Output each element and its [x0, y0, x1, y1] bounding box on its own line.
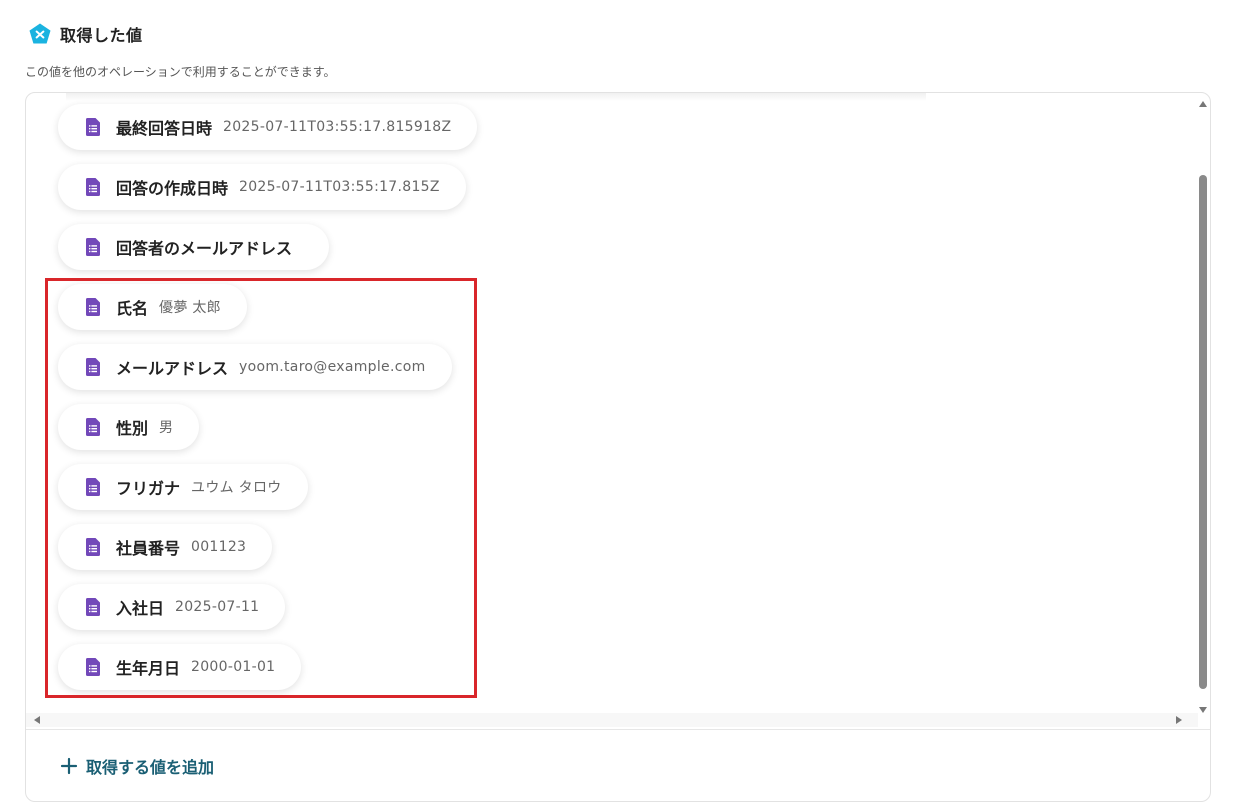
field-label: 性別	[116, 419, 149, 438]
plus-icon	[60, 757, 78, 775]
value-chip[interactable]: 回答者のメールアドレス	[58, 224, 330, 270]
field-label: 氏名	[116, 299, 149, 318]
section-title: 取得した値	[60, 26, 143, 45]
field-value: 優夢 太郎	[159, 300, 221, 316]
scroll-shadow	[66, 93, 926, 101]
section-header: 取得した値	[28, 22, 143, 46]
value-chip[interactable]: 社員番号 001123	[58, 524, 273, 570]
google-forms-icon	[86, 238, 100, 256]
scroll-right-arrow-icon[interactable]	[1176, 716, 1182, 724]
horizontal-scrollbar[interactable]	[26, 713, 1198, 727]
value-chip[interactable]: 入社日 2025-07-11	[58, 584, 286, 630]
values-list: 最終回答日時 2025-07-11T03:55:17.815918Z 回答の作成…	[26, 93, 1198, 715]
google-forms-icon	[86, 598, 100, 616]
acquired-values-section: 取得した値 この値を他のオペレーションで利用することができます。 最終回答日時 …	[0, 0, 1237, 812]
field-value: 男	[159, 420, 174, 436]
value-chip[interactable]: 性別 男	[58, 404, 200, 450]
value-chip[interactable]: メールアドレス yoom.taro@example.com	[58, 344, 452, 390]
field-label: 生年月日	[116, 659, 181, 678]
field-value: 2025-07-11T03:55:17.815Z	[239, 179, 440, 195]
section-description: この値を他のオペレーションで利用することができます。	[25, 65, 336, 79]
field-label: メールアドレス	[116, 359, 229, 378]
field-label: 社員番号	[116, 539, 181, 558]
add-value-label: 取得する値を追加	[86, 758, 215, 777]
field-value: 001123	[191, 539, 247, 555]
value-chip[interactable]: フリガナ ユウム タロウ	[58, 464, 308, 510]
vertical-scroll-thumb[interactable]	[1199, 175, 1207, 689]
yoom-pentagon-icon	[28, 22, 52, 46]
google-forms-icon	[86, 478, 100, 496]
field-label: 回答者のメールアドレス	[116, 239, 293, 258]
field-value: ユウム タロウ	[191, 480, 282, 496]
google-forms-icon	[86, 418, 100, 436]
google-forms-icon	[86, 298, 100, 316]
field-label: フリガナ	[116, 479, 181, 498]
field-value: 2025-07-11	[175, 599, 260, 615]
field-value: 2000-01-01	[191, 659, 276, 675]
google-forms-icon	[86, 178, 100, 196]
scroll-down-arrow-icon[interactable]	[1199, 707, 1207, 713]
add-value-button[interactable]: 取得する値を追加	[60, 754, 214, 778]
google-forms-icon	[86, 358, 100, 376]
field-value: yoom.taro@example.com	[239, 359, 426, 375]
vertical-scrollbar[interactable]	[1196, 93, 1210, 715]
field-label: 回答の作成日時	[116, 179, 229, 198]
value-chip[interactable]: 最終回答日時 2025-07-11T03:55:17.815918Z	[58, 104, 478, 150]
google-forms-icon	[86, 118, 100, 136]
value-chip[interactable]: 回答の作成日時 2025-07-11T03:55:17.815Z	[58, 164, 466, 210]
google-forms-icon	[86, 658, 100, 676]
values-panel: 最終回答日時 2025-07-11T03:55:17.815918Z 回答の作成…	[25, 92, 1211, 802]
value-chip[interactable]: 氏名 優夢 太郎	[58, 284, 247, 330]
scroll-up-arrow-icon[interactable]	[1199, 101, 1207, 107]
scroll-left-arrow-icon[interactable]	[34, 716, 40, 724]
google-forms-icon	[86, 538, 100, 556]
field-label: 最終回答日時	[116, 119, 213, 138]
field-label: 入社日	[116, 599, 165, 618]
value-chip[interactable]: 生年月日 2000-01-01	[58, 644, 302, 690]
panel-footer: 取得する値を追加	[26, 729, 1210, 801]
field-value: 2025-07-11T03:55:17.815918Z	[223, 119, 452, 135]
